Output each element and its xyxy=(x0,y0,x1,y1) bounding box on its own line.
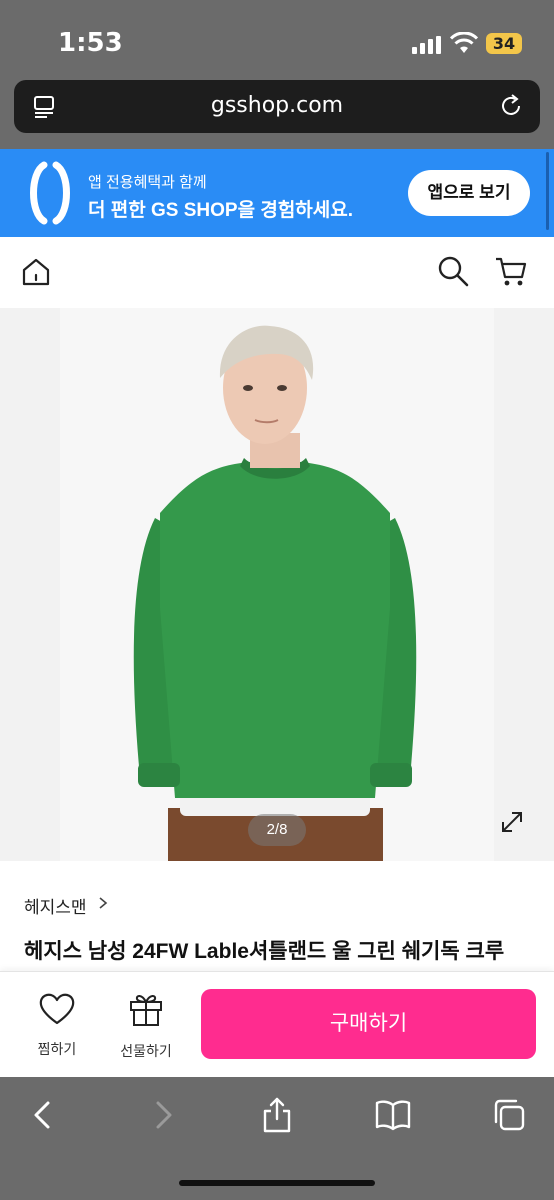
heart-icon xyxy=(39,993,75,1025)
chevron-right-icon[interactable] xyxy=(97,896,109,910)
tabs-icon[interactable] xyxy=(492,1097,526,1133)
browser-toolbar xyxy=(0,1077,554,1200)
wifi-icon xyxy=(450,32,478,53)
gift-button[interactable]: 선물하기 xyxy=(114,990,178,1061)
product-photo xyxy=(60,308,494,861)
forward-icon[interactable] xyxy=(146,1097,180,1133)
back-icon[interactable] xyxy=(26,1097,60,1133)
brand-link[interactable]: 헤지스맨 xyxy=(24,893,87,918)
bookmarks-icon[interactable] xyxy=(374,1097,412,1133)
battery-indicator: 34 xyxy=(486,33,522,54)
buy-button[interactable]: 구매하기 xyxy=(201,989,536,1059)
app-promo-banner[interactable]: 앱 전용혜택과 함께 더 편한 GS SHOP을 경험하세요. 앱으로 보기 xyxy=(0,149,554,237)
expand-icon[interactable] xyxy=(498,808,526,836)
product-title: 헤지스 남성 24FW Lable셔틀랜드 울 그린 쉐기독 크루 xyxy=(24,940,505,963)
product-info: 헤지스맨 헤지스 남성 24FW Lable셔틀랜드 울 그린 쉐기독 크루 xyxy=(0,861,554,971)
banner-text-line2: 더 편한 GS SHOP을 경험하세요. xyxy=(88,200,354,221)
banner-text-line1: 앱 전용혜택과 함께 xyxy=(88,174,207,191)
wishlist-button[interactable]: 찜하기 xyxy=(30,992,84,1059)
address-bar[interactable]: gsshop.com xyxy=(14,80,540,133)
cart-icon[interactable] xyxy=(494,255,528,289)
cellular-signal-icon xyxy=(412,36,441,54)
share-icon[interactable] xyxy=(260,1097,294,1133)
gift-label: 선물하기 xyxy=(120,1043,172,1059)
search-icon[interactable] xyxy=(437,255,469,287)
image-counter: 2/8 xyxy=(248,814,306,846)
open-app-button[interactable]: 앱으로 보기 xyxy=(408,170,530,216)
site-header xyxy=(0,237,554,308)
model-wearing-sweater-image xyxy=(133,325,417,861)
status-bar: 1:53 34 xyxy=(0,0,554,80)
status-time: 1:53 xyxy=(58,28,123,58)
reload-icon[interactable] xyxy=(498,93,524,119)
banner-scroll-indicator xyxy=(546,152,549,230)
gift-icon xyxy=(130,995,162,1026)
home-indicator xyxy=(179,1180,375,1186)
gs-shop-logo-icon xyxy=(30,161,70,225)
purchase-action-bar: 찜하기 선물하기 구매하기 xyxy=(0,971,554,1077)
home-icon[interactable] xyxy=(20,256,52,288)
wishlist-label: 찜하기 xyxy=(37,1041,77,1057)
product-image-gallery[interactable]: 2/8 xyxy=(0,308,554,861)
url-text[interactable]: gsshop.com xyxy=(14,93,540,118)
